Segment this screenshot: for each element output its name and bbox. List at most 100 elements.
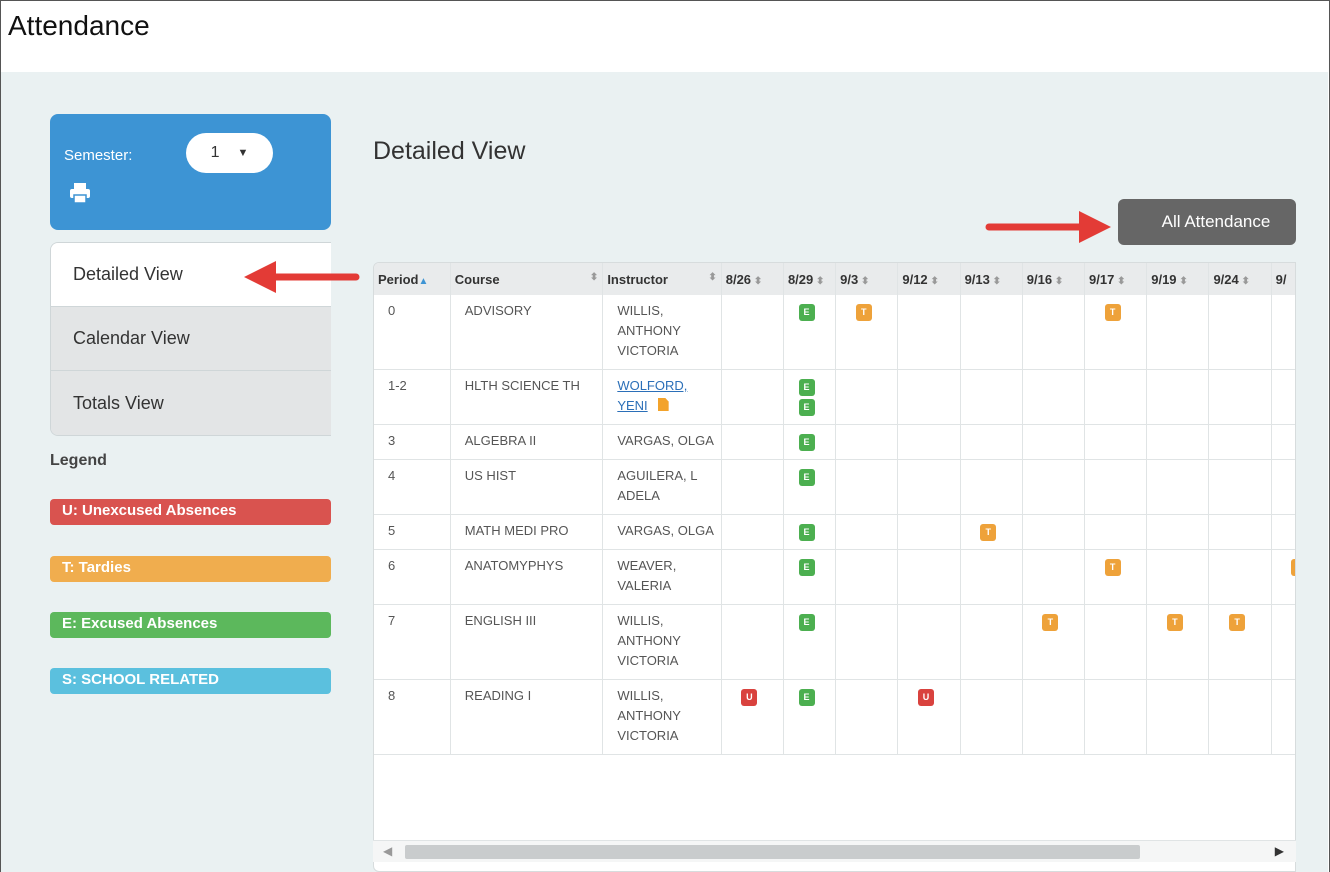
column-header[interactable]: 9/17 ⬍ — [1084, 263, 1148, 295]
column-header[interactable]: 9/13 ⬍ — [960, 263, 1023, 295]
attendance-cell — [960, 459, 1023, 515]
attendance-cell: T — [1208, 604, 1272, 680]
scrollbar-thumb[interactable] — [405, 845, 1140, 859]
scroll-left-icon[interactable]: ◀ — [383, 844, 392, 858]
semester-label: Semester: — [64, 147, 133, 164]
attendance-cell: T — [835, 295, 899, 370]
document-icon[interactable] — [657, 398, 669, 411]
sort-icon: ⬍ — [1238, 275, 1250, 287]
attendance-badge[interactable]: E — [798, 559, 815, 576]
column-header-label: 8/29 — [787, 271, 814, 287]
scroll-right-icon[interactable]: ▶ — [1275, 844, 1284, 858]
column-header-label: 9/24 — [1213, 271, 1239, 287]
period-cell: 6 — [374, 549, 451, 605]
attendance-cell: T — [1022, 604, 1086, 680]
attendance-cell — [1208, 514, 1272, 550]
column-header[interactable]: 9/19 ⬍ — [1146, 263, 1210, 295]
attendance-cell — [1271, 604, 1295, 680]
attendance-badge[interactable]: E — [798, 434, 815, 451]
horizontal-scrollbar[interactable]: ◀ ▶ — [373, 840, 1296, 862]
attendance-cell — [721, 604, 784, 680]
column-header-label: Course — [454, 271, 500, 287]
attendance-cell — [721, 459, 784, 515]
course-cell: ENGLISH III — [450, 604, 604, 680]
attendance-cell — [1208, 424, 1272, 460]
tab-calendar-view[interactable]: Calendar View — [51, 307, 331, 371]
tab-label: Totals View — [73, 392, 164, 413]
sort-icon: ⬍ — [813, 275, 825, 287]
attendance-cell — [1084, 514, 1148, 550]
column-header[interactable]: 9/ — [1271, 263, 1295, 295]
column-header[interactable]: 8/29 ⬍ — [783, 263, 837, 295]
attendance-cell: E — [783, 679, 837, 755]
all-attendance-button[interactable]: All Attendance — [1118, 199, 1296, 245]
sort-icon: ⬍ — [1176, 275, 1188, 287]
attendance-badge[interactable]: E — [798, 379, 815, 396]
attendance-badge[interactable]: T — [1229, 614, 1246, 631]
period-cell: 1-2 — [374, 369, 451, 425]
attendance-badge[interactable]: E — [798, 689, 815, 706]
legend-title: Legend — [50, 452, 107, 469]
attendance-cell — [721, 424, 784, 460]
semester-value: 1 — [210, 144, 220, 161]
attendance-cell: EE — [783, 369, 837, 425]
attendance-cell — [721, 549, 784, 605]
print-icon[interactable] — [68, 182, 92, 204]
attendance-cell — [1271, 514, 1295, 550]
sort-icon: ⬍ — [1052, 275, 1064, 287]
column-header[interactable]: 9/12 ⬍ — [897, 263, 961, 295]
period-cell: 3 — [374, 424, 451, 460]
instructor-link[interactable]: WOLFORD, YENI — [617, 378, 687, 413]
column-header[interactable]: Instructor ⬍ — [602, 263, 722, 295]
attendance-badge[interactable]: E — [798, 304, 815, 321]
attendance-cell — [1208, 549, 1272, 605]
attendance-cell — [1271, 679, 1295, 755]
attendance-cell: E — [783, 514, 837, 550]
attendance-badge[interactable]: T — [1104, 559, 1121, 576]
attendance-badge[interactable]: T — [980, 524, 997, 541]
attendance-cell — [835, 514, 899, 550]
attendance-badge[interactable]: U — [917, 689, 934, 706]
instructor-cell: WILLIS, ANTHONY VICTORIA — [602, 295, 722, 370]
attendance-cell — [1084, 369, 1148, 425]
table-row: 0 ADVISORY WILLIS, ANTHONY VICTORIA E T T — [374, 295, 1295, 370]
legend-school-related: S: SCHOOL RELATED — [50, 668, 331, 694]
attendance-cell: E — [783, 604, 837, 680]
attendance-badge[interactable]: T — [855, 304, 872, 321]
attendance-badge[interactable]: T — [1291, 559, 1295, 576]
column-header[interactable]: Course ⬍ — [450, 263, 604, 295]
attendance-table: Period▲ Course ⬍ Instructor ⬍ 8/26 ⬍ 8/29 ⬍ 9… — [374, 263, 1295, 755]
period-cell: 4 — [374, 459, 451, 515]
attendance-cell — [960, 549, 1023, 605]
attendance-cell: T — [1084, 295, 1148, 370]
attendance-cell — [897, 369, 961, 425]
attendance-cell — [1022, 369, 1086, 425]
column-header[interactable]: 9/24 ⬍ — [1208, 263, 1272, 295]
attendance-cell: T — [960, 514, 1023, 550]
attendance-badge[interactable]: T — [1166, 614, 1183, 631]
attendance-cell — [897, 549, 961, 605]
attendance-cell — [835, 604, 899, 680]
tab-totals-view[interactable]: Totals View — [51, 371, 331, 435]
attendance-cell: E — [783, 295, 837, 370]
column-header[interactable]: 9/3 ⬍ — [835, 263, 899, 295]
page-title: Attendance — [8, 10, 150, 41]
attendance-cell — [1022, 424, 1086, 460]
section-title: Detailed View — [373, 137, 526, 165]
attendance-cell — [835, 549, 899, 605]
column-header[interactable]: 9/16 ⬍ — [1022, 263, 1086, 295]
attendance-badge[interactable]: T — [1042, 614, 1059, 631]
attendance-badge[interactable]: E — [798, 614, 815, 631]
attendance-cell: E — [783, 459, 837, 515]
attendance-cell: U — [721, 679, 784, 755]
column-header[interactable]: 8/26 ⬍ — [721, 263, 784, 295]
attendance-badge[interactable]: U — [741, 689, 758, 706]
attendance-badge[interactable]: T — [1104, 304, 1121, 321]
column-header-label: 9/13 — [964, 271, 990, 287]
semester-select[interactable]: 1 ▼ — [186, 133, 273, 173]
legend-unexcused: U: Unexcused Absences — [50, 499, 331, 525]
attendance-badge[interactable]: E — [798, 469, 815, 486]
attendance-badge[interactable]: E — [798, 399, 815, 416]
attendance-badge[interactable]: E — [798, 524, 815, 541]
column-header[interactable]: Period▲ — [374, 263, 451, 295]
